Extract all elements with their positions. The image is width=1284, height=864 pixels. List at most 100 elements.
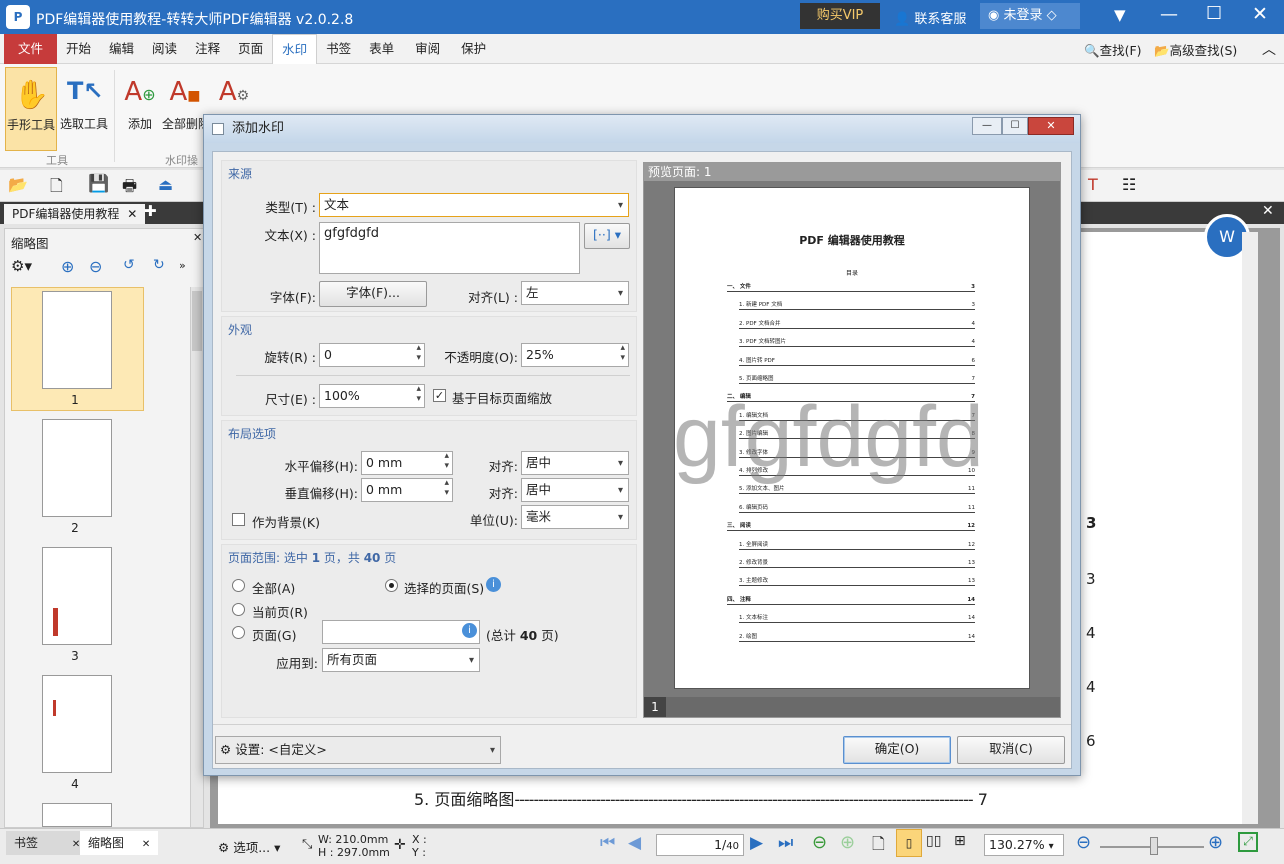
document-scrollbar[interactable] — [1242, 232, 1258, 824]
panel-close-icon[interactable]: ✕ — [193, 231, 202, 244]
settings-select[interactable]: ⚙ 设置: <自定义> — [215, 736, 501, 764]
menu-watermark[interactable]: 水印 — [272, 34, 318, 64]
back-view-icon[interactable]: ⊖ — [812, 832, 827, 853]
background-checkbox[interactable] — [232, 513, 245, 526]
add-watermark-button[interactable]: A⊕ 添加 — [120, 67, 160, 132]
page-range-input[interactable]: i — [322, 620, 480, 644]
save-icon[interactable]: 💾 — [88, 174, 109, 194]
rotate-left-icon[interactable]: ↺ — [123, 257, 135, 273]
login-button[interactable]: ◉ 未登录 ◇ — [980, 3, 1080, 29]
print-icon[interactable]: 🖶 — [122, 175, 137, 202]
zoom-out-thumb-icon[interactable]: ⊖ — [89, 257, 102, 276]
tab-close-icon[interactable]: ✕ — [72, 839, 80, 850]
zoom-out-icon[interactable]: ⊖ — [1076, 832, 1091, 853]
forward-view-icon[interactable]: ⊕ — [840, 832, 855, 853]
menu-page[interactable]: 页面 — [229, 34, 272, 64]
v-offset-spinner[interactable]: 0 mm — [361, 478, 453, 502]
zoom-in-thumb-icon[interactable]: ⊕ — [61, 257, 74, 276]
h-align-select[interactable]: 居中 — [521, 451, 629, 475]
prev-page-button[interactable]: ◀ — [628, 833, 641, 853]
apply-to-select[interactable]: 所有页面 — [322, 648, 480, 672]
bookmarks-tab[interactable]: 书签 ✕ — [6, 831, 89, 855]
scanner-icon[interactable]: ⏏ — [158, 175, 173, 194]
menu-form[interactable]: 表单 — [360, 34, 403, 64]
page-range-radio[interactable] — [232, 626, 245, 639]
thumbnail-page-3[interactable] — [42, 547, 112, 645]
zoom-in-icon[interactable]: ⊕ — [1208, 832, 1223, 853]
minimize-button[interactable]: — — [1160, 4, 1178, 25]
close-button[interactable]: ✕ — [1252, 3, 1268, 25]
menu-review[interactable]: 审阅 — [403, 34, 452, 64]
select-tool-button[interactable]: T↖ 选取工具 — [58, 67, 110, 132]
unit-select[interactable]: 毫米 — [521, 505, 629, 529]
dropdown-menu-icon[interactable]: ▼ — [1114, 6, 1126, 24]
size-spinner[interactable]: 100% — [319, 384, 425, 408]
menu-annotate[interactable]: 注释 — [186, 34, 229, 64]
all-pages-radio[interactable] — [232, 579, 245, 592]
support-link[interactable]: 👤 联系客服 — [894, 8, 966, 27]
new-tab-icon[interactable]: ✚ — [144, 202, 157, 220]
tab-close-icon[interactable]: ✕ — [142, 839, 150, 850]
maximize-button[interactable]: ☐ — [1206, 3, 1222, 24]
thumbnail-options-icon[interactable]: ⚙▾ — [11, 257, 32, 275]
selected-pages-radio[interactable] — [385, 579, 398, 592]
open-folder-icon[interactable]: 📂 — [8, 175, 28, 194]
continuous-page-icon[interactable]: ▯ — [896, 829, 922, 857]
two-page-continuous-icon[interactable]: ⊞ — [954, 833, 966, 849]
dialog-close-button[interactable]: ✕ — [1028, 117, 1074, 135]
first-page-button[interactable]: ⏮ — [600, 833, 615, 853]
info-icon[interactable]: i — [486, 577, 501, 592]
dialog-minimize-button[interactable]: — — [972, 117, 1002, 135]
insert-field-button[interactable]: [··] ▾ — [584, 223, 630, 249]
menu-bookmark[interactable]: 书签 — [317, 34, 360, 64]
buy-vip-button[interactable]: 购买VIP — [800, 3, 880, 29]
advanced-find-button[interactable]: 📂高级查找(S) — [1154, 40, 1237, 59]
thumbnail-page-2[interactable] — [42, 419, 112, 517]
delete-all-watermark-button[interactable]: A■ 全部删除 — [162, 67, 208, 132]
thumbnail-page-4[interactable] — [42, 675, 112, 773]
menu-read[interactable]: 阅读 — [143, 34, 186, 64]
rotate-right-icon[interactable]: ↻ — [153, 257, 165, 273]
options-button[interactable]: ⚙ 选项... ▾ — [218, 837, 280, 856]
document-tab[interactable]: PDF编辑器使用教程 ✕ — [4, 204, 146, 224]
v-align-select[interactable]: 居中 — [521, 478, 629, 502]
menu-start[interactable]: 开始 — [57, 34, 100, 64]
h-offset-spinner[interactable]: 0 mm — [361, 451, 453, 475]
thumbnail-scrollbar[interactable] — [190, 287, 203, 827]
zoom-select[interactable]: 130.27% ▾ — [984, 834, 1064, 856]
cancel-button[interactable]: 取消(C) — [957, 736, 1065, 764]
dialog-maximize-button[interactable]: ☐ — [1002, 117, 1028, 135]
more-icon[interactable]: » — [179, 259, 186, 272]
next-page-button[interactable]: ▶ — [750, 833, 763, 853]
single-page-icon[interactable]: 🗋 — [872, 833, 885, 860]
watermark-settings-button[interactable]: A⚙ — [214, 67, 254, 115]
align-select[interactable]: 左 — [521, 281, 629, 305]
opacity-spinner[interactable]: 25% — [521, 343, 629, 367]
tab-close-icon[interactable]: ✕ — [127, 207, 137, 221]
two-page-icon[interactable]: ▯▯ — [926, 833, 941, 849]
fit-page-icon[interactable]: ⤢ — [1238, 832, 1258, 852]
checklist-settings-icon[interactable]: ☷ — [1122, 175, 1136, 194]
find-button[interactable]: 🔍查找(F) — [1084, 40, 1142, 59]
new-document-icon[interactable]: 🗋 — [50, 175, 63, 202]
menu-edit[interactable]: 编辑 — [100, 34, 143, 64]
info-icon[interactable]: i — [462, 623, 477, 638]
menu-protect[interactable]: 保护 — [452, 34, 495, 64]
page-number-input[interactable]: 1/40 — [656, 834, 744, 856]
close-all-tabs-icon[interactable]: ✕ — [1262, 203, 1274, 219]
text-check-icon[interactable]: T — [1088, 175, 1098, 194]
collapse-ribbon-icon[interactable]: ︿ — [1262, 39, 1276, 59]
font-button[interactable]: 字体(F)... — [319, 281, 427, 307]
thumbnail-page-5[interactable] — [42, 803, 112, 827]
scale-checkbox[interactable]: ✓ — [433, 389, 446, 402]
thumbnail-page-1[interactable] — [42, 291, 112, 389]
zoom-slider-handle[interactable] — [1150, 837, 1158, 855]
last-page-button[interactable]: ⏭ — [778, 833, 793, 853]
current-page-radio[interactable] — [232, 603, 245, 616]
hand-tool-button[interactable]: ✋ 手形工具 — [5, 67, 57, 151]
thumbnails-tab[interactable]: 缩略图 ✕ — [80, 831, 159, 855]
menu-file[interactable]: 文件 — [4, 34, 58, 64]
type-select[interactable]: 文本 — [319, 193, 629, 217]
rotate-spinner[interactable]: 0 — [319, 343, 425, 367]
ok-button[interactable]: 确定(O) — [843, 736, 951, 764]
